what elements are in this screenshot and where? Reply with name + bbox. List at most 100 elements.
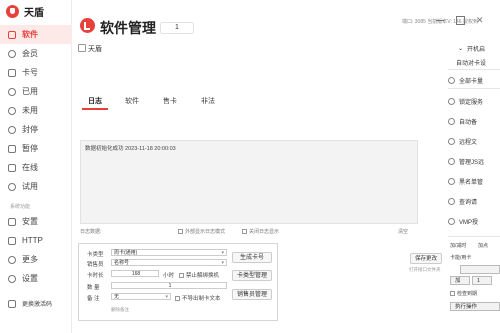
card-icon bbox=[8, 68, 16, 77]
right-item-auto-card[interactable]: 自动对卡设 bbox=[456, 58, 486, 67]
sidebar-item-label: 更换激活码 bbox=[22, 302, 53, 308]
sidebar-item-label: 封停 bbox=[22, 125, 38, 134]
right-item-label: 查询请 bbox=[459, 200, 478, 206]
unbind-checkbox[interactable]: 禁止解绑换机 bbox=[179, 271, 219, 279]
sidebar-item-trial[interactable]: 试用 bbox=[0, 177, 72, 196]
generate-card-button[interactable]: 生成卡号 bbox=[232, 252, 272, 263]
sidebar-item-online[interactable]: 在线 bbox=[0, 158, 72, 177]
sidebar-item-label: 试用 bbox=[22, 182, 38, 191]
sidebar-item-setup[interactable]: 安置 bbox=[0, 212, 72, 231]
maximize-icon[interactable] bbox=[456, 16, 465, 25]
right-item-query[interactable]: 查询请 bbox=[448, 197, 477, 206]
duration-unit: 小时 bbox=[163, 273, 175, 279]
right-item-autostart[interactable]: ⌄ 开机启 bbox=[458, 44, 485, 53]
sidebar-item-pause[interactable]: 暂停 bbox=[0, 139, 72, 158]
backup-icon bbox=[448, 118, 455, 125]
tab-illegal[interactable]: 非法 bbox=[201, 96, 215, 106]
check-expiry-checkbox[interactable]: 检查到期 bbox=[450, 290, 477, 297]
right-item-remote-file[interactable]: 远程文 bbox=[448, 137, 477, 146]
shield-logo-icon bbox=[6, 5, 19, 18]
quantity-input[interactable]: 1 bbox=[111, 282, 227, 289]
right-item-label: 远程文 bbox=[459, 140, 478, 146]
sidebar-section-label: 系统功能 bbox=[10, 204, 31, 210]
checkbox-icon bbox=[242, 229, 247, 235]
right-item-vmp[interactable]: VMP授 bbox=[448, 217, 478, 226]
right-item-all-cards[interactable]: 全部卡量 bbox=[448, 76, 483, 85]
seller-manage-button[interactable]: 销售员管理 bbox=[232, 289, 272, 300]
right-item-label: 自动对卡设 bbox=[456, 61, 487, 67]
clear-log-link[interactable]: 清空 bbox=[398, 228, 408, 235]
no-export-checkbox[interactable]: 不导出制卡文本 bbox=[175, 294, 221, 302]
sidebar-item-swap-code[interactable]: 更换激活码 bbox=[0, 294, 72, 313]
sidebar-item-label: 未用 bbox=[22, 106, 38, 115]
active-tab-indicator bbox=[82, 108, 108, 110]
minimize-icon[interactable] bbox=[436, 16, 444, 24]
seller-label: 销售员 bbox=[87, 262, 104, 268]
sidebar: 天盾 软件 会员 卡号 已用 未用 封停 暂停 在线 试用 系统功能 安置 HT… bbox=[0, 0, 72, 333]
software-icon bbox=[8, 30, 16, 39]
sidebar-item-card[interactable]: 卡号 bbox=[0, 63, 72, 82]
close-icon[interactable]: ✕ bbox=[476, 16, 484, 25]
right-item-auto-backup[interactable]: 自动备 bbox=[448, 117, 477, 126]
tab-sell-card[interactable]: 售卡 bbox=[163, 96, 177, 106]
right-item-blacklist[interactable]: 黑名单管 bbox=[448, 177, 483, 186]
no-export-label: 不导出制卡文本 bbox=[182, 296, 221, 302]
sidebar-item-software[interactable]: 软件 bbox=[0, 25, 72, 44]
divider bbox=[448, 236, 500, 237]
right-item-label: VMP授 bbox=[459, 220, 479, 226]
sidebar-item-label: 更多 bbox=[22, 255, 38, 264]
sidebar-item-used[interactable]: 已用 bbox=[0, 82, 72, 101]
trial-icon bbox=[8, 182, 16, 191]
lock-icon bbox=[448, 98, 455, 105]
card-no-input[interactable] bbox=[460, 265, 500, 274]
link-icon bbox=[448, 77, 455, 84]
open-folder-link[interactable]: 打开接口文件夹 bbox=[409, 267, 441, 273]
card-type-manage-button[interactable]: 卡类型管理 bbox=[232, 270, 272, 281]
tab-software[interactable]: 软件 bbox=[125, 96, 139, 106]
save-changes-button[interactable]: 保存更改 bbox=[410, 253, 442, 264]
software-name: 天盾 bbox=[88, 46, 102, 53]
checkbox-icon bbox=[450, 291, 455, 297]
blacklist-icon bbox=[448, 178, 455, 185]
seller-select[interactable]: 名称号 bbox=[111, 259, 227, 266]
pause-icon bbox=[8, 144, 16, 153]
duration-input[interactable]: 168 bbox=[111, 270, 159, 277]
right-item-label: 锁定服务 bbox=[459, 100, 484, 106]
close-log-checkbox[interactable]: 关闭日志显示 bbox=[242, 228, 279, 235]
divider bbox=[448, 88, 500, 89]
divider bbox=[448, 69, 500, 70]
note-label: 备 注 bbox=[87, 296, 100, 302]
used-icon bbox=[8, 87, 16, 96]
operation-select[interactable]: 加 bbox=[450, 276, 470, 285]
log-textarea[interactable]: 数据初始化成功 2023-11-18 20:00:03 bbox=[80, 140, 418, 224]
sidebar-item-label: 在线 bbox=[22, 163, 38, 172]
vmp-icon bbox=[448, 218, 455, 225]
card-type-select[interactable]: 周卡(通用) bbox=[111, 249, 227, 256]
remote-file-icon bbox=[448, 138, 455, 145]
right-panel: ⌄ 开机启 自动对卡设 全部卡量 锁定服务 自动备 远程文 管理JS远 黑名单管 … bbox=[448, 40, 500, 333]
sidebar-item-member[interactable]: 会员 bbox=[0, 44, 72, 63]
sidebar-item-label: 设置 bbox=[22, 274, 38, 283]
sidebar-item-ban[interactable]: 封停 bbox=[0, 120, 72, 139]
add-point-tab[interactable]: 加点 bbox=[478, 242, 488, 249]
operation-value[interactable]: 1 bbox=[472, 276, 492, 285]
right-item-js-manage[interactable]: 管理JS远 bbox=[448, 157, 484, 166]
sidebar-item-unused[interactable]: 未用 bbox=[0, 101, 72, 120]
right-item-label: 开机启 bbox=[467, 47, 486, 53]
sidebar-item-http[interactable]: HTTP bbox=[0, 231, 72, 250]
sidebar-item-settings[interactable]: 设置 bbox=[0, 269, 72, 288]
sidebar-item-label: 卡号 bbox=[22, 68, 38, 77]
tab-log[interactable]: 日志 bbox=[88, 96, 102, 106]
right-item-lock-service[interactable]: 锁定服务 bbox=[448, 97, 483, 106]
card-no-label: 卡能/用卡 bbox=[450, 255, 472, 261]
log-entry: 数据初始化成功 2023-11-18 20:00:03 bbox=[85, 146, 176, 152]
execute-button[interactable]: 执行操作 bbox=[450, 302, 500, 311]
outside-log-checkbox[interactable]: 外部显示日志模式 bbox=[178, 228, 225, 235]
add-time-tab[interactable]: 加/减时 bbox=[450, 242, 466, 249]
delete-note-link[interactable]: 删除备注 bbox=[111, 307, 129, 313]
note-select[interactable]: 无 bbox=[111, 293, 171, 300]
member-icon bbox=[8, 49, 16, 58]
software-count-badge: 1 bbox=[160, 22, 194, 34]
sidebar-item-more[interactable]: 更多 bbox=[0, 250, 72, 269]
right-item-label: 管理JS远 bbox=[459, 160, 485, 166]
